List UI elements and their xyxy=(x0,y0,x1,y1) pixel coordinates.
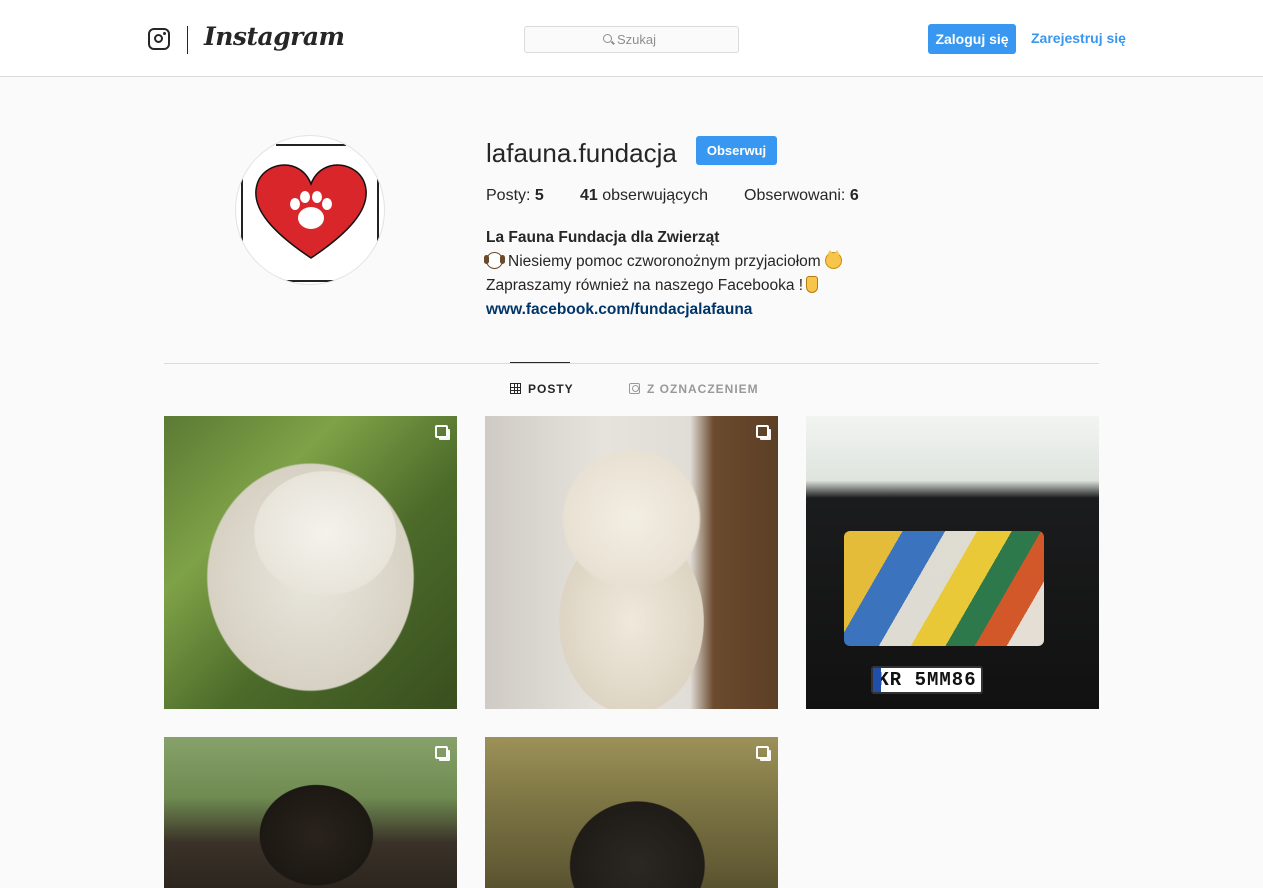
following-label: Obserwowani: xyxy=(744,187,846,204)
profile-username: lafauna.fundacja xyxy=(486,138,677,168)
bio-text: Niesiemy pomoc czworonożnym przyjaciołom xyxy=(508,253,821,270)
search-input[interactable] xyxy=(617,30,727,49)
heart-paw-logo-icon xyxy=(255,164,367,259)
tab-label: POSTY xyxy=(528,382,574,396)
followers-stat[interactable]: 41 obserwujących xyxy=(580,187,708,205)
post-thumbnail[interactable] xyxy=(164,737,457,888)
bio-website-link[interactable]: www.facebook.com/fundacjalafauna xyxy=(486,300,752,320)
avatar-frame-edge xyxy=(278,280,350,282)
following-count: 6 xyxy=(849,187,859,204)
top-navbar: Instagram Zaloguj się Zarejestruj się xyxy=(0,0,1263,77)
camera-lens-icon xyxy=(154,34,163,43)
post-thumbnail[interactable]: KR 5MM86 xyxy=(806,416,1099,709)
avatar-frame-edge xyxy=(241,146,243,276)
tab-label: Z OZNACZENIEM xyxy=(647,382,759,396)
bio-line: Niesiemy pomoc czworonożnym przyjaciołom xyxy=(484,250,842,272)
profile-avatar[interactable] xyxy=(235,135,385,285)
tab-tagged[interactable]: Z OZNACZENIEM xyxy=(629,382,759,396)
grid-icon xyxy=(510,383,521,394)
post-thumbnail[interactable] xyxy=(485,737,778,888)
register-link[interactable]: Zarejestruj się xyxy=(1031,30,1126,46)
avatar-frame-edge xyxy=(276,144,346,146)
following-stat[interactable]: Obserwowani: 6 xyxy=(744,187,859,205)
logo-divider xyxy=(187,26,188,54)
bio-line: Zapraszamy również na naszego Facebooka … xyxy=(486,276,819,296)
posts-label: Posty: xyxy=(486,187,531,204)
carousel-icon xyxy=(435,425,448,438)
food-bags-graphic xyxy=(844,531,1044,646)
carousel-icon xyxy=(435,746,448,759)
instagram-wordmark[interactable]: Instagram xyxy=(204,22,345,51)
posts-count: 5 xyxy=(534,187,544,204)
bio-full-name: La Fauna Fundacja dla Zwierząt xyxy=(486,229,720,246)
followers-count: 41 xyxy=(580,187,598,204)
post-thumbnail[interactable] xyxy=(485,416,778,709)
dog-face-icon xyxy=(484,252,505,269)
pointing-down-icon xyxy=(806,276,819,293)
bio-text: Zapraszamy również na naszego Facebooka … xyxy=(486,277,804,294)
search-icon xyxy=(603,34,612,43)
instagram-camera-icon[interactable] xyxy=(148,28,170,50)
tabs-divider xyxy=(164,363,1099,364)
followers-label: obserwujących xyxy=(602,187,709,204)
follow-button[interactable]: Obserwuj xyxy=(696,136,777,165)
cat-face-icon xyxy=(824,250,842,269)
tab-posts[interactable]: POSTY xyxy=(510,382,574,396)
search-box[interactable] xyxy=(524,26,739,53)
post-thumbnail[interactable] xyxy=(164,416,457,709)
carousel-icon xyxy=(756,425,769,438)
license-plate: KR 5MM86 xyxy=(871,666,983,694)
posts-count-stat: Posty: 5 xyxy=(486,187,544,205)
avatar-frame-edge xyxy=(377,174,379,258)
login-button[interactable]: Zaloguj się xyxy=(928,24,1016,54)
active-tab-indicator xyxy=(510,362,570,363)
carousel-icon xyxy=(756,746,769,759)
tagged-icon xyxy=(629,383,640,394)
camera-dot-icon xyxy=(163,32,166,35)
